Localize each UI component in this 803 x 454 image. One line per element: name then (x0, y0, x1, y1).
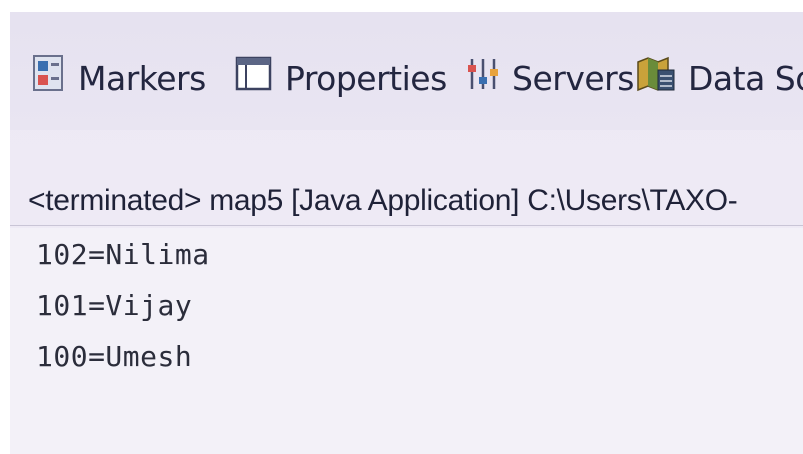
console-output-line: 101=Vijay (36, 289, 193, 322)
tab-properties-label: Properties (285, 58, 447, 98)
markers-icon (32, 54, 66, 102)
view-tab-bar: Markers Properties Servers Data S (10, 12, 803, 130)
tab-properties[interactable]: Properties (235, 50, 447, 106)
console-divider (10, 225, 803, 226)
tab-markers[interactable]: Markers (32, 50, 206, 106)
eclipse-view: Markers Properties Servers Data S <termi… (10, 12, 803, 454)
tab-servers-label: Servers (512, 58, 634, 98)
tab-servers[interactable]: Servers (466, 50, 634, 106)
console-output[interactable]: 102=Nilima 101=Vijay 100=Umesh (10, 228, 803, 454)
servers-icon (466, 55, 500, 101)
console-output-line: 100=Umesh (36, 340, 193, 373)
console-output-line: 102=Nilima (36, 238, 210, 271)
console-status-header: <terminated> map5 [Java Application] C:\… (28, 184, 738, 217)
tab-data-source[interactable]: Data Sou (636, 50, 803, 106)
tab-markers-label: Markers (78, 58, 206, 98)
data-source-icon (636, 54, 676, 102)
tab-data-source-label: Data Sou (688, 58, 803, 98)
properties-icon (235, 55, 273, 101)
